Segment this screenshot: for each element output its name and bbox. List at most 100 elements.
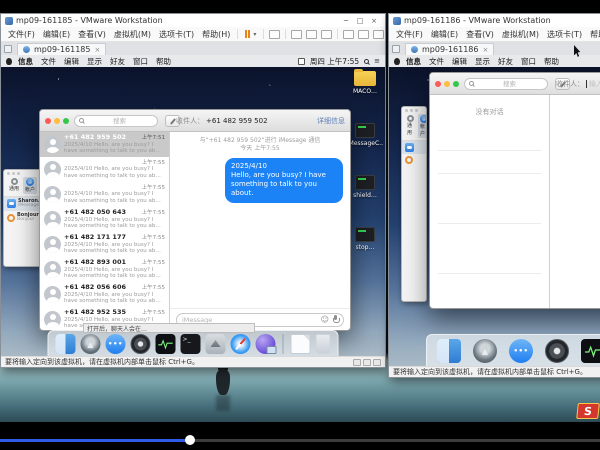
dock-activity-monitor-icon[interactable] (156, 334, 176, 354)
prefs-bonjour-row[interactable] (402, 154, 426, 166)
vm-tab[interactable]: mp09-161186 × (405, 43, 494, 55)
revert-snapshot-button[interactable] (306, 30, 317, 39)
prefs-tab-accounts[interactable]: @ 帐户 (23, 177, 37, 194)
home-tab-icon[interactable] (392, 45, 400, 53)
menu-tabs[interactable]: 选项卡(T) (543, 29, 586, 40)
conversation-row[interactable]: +61 482 050 643上午7:55 2025/4/10 Hello, a… (40, 207, 169, 232)
prefs-tab-general[interactable]: 通用 (7, 177, 21, 194)
macos-menu-buddies[interactable]: 好友 (106, 56, 129, 67)
close-button[interactable]: × (367, 15, 381, 27)
macos-menu-view[interactable]: 显示 (471, 56, 494, 67)
minimize-traffic-light[interactable] (444, 81, 450, 87)
menu-tabs[interactable]: 选项卡(T) (155, 29, 198, 40)
dock-messages-icon[interactable]: ••• (106, 334, 126, 354)
menu-edit[interactable]: 编辑(E) (39, 29, 74, 40)
dock-document-icon[interactable] (291, 334, 311, 354)
show-library-button[interactable] (343, 30, 354, 39)
conversation-row[interactable]: 上午7:55 2025/4/10 Hello, are you busy? I … (40, 157, 169, 182)
macos-menu-file[interactable]: 文件 (37, 56, 60, 67)
conversation-search[interactable] (464, 78, 548, 90)
menu-view[interactable]: 查看(V) (74, 29, 110, 40)
close-traffic-light[interactable] (45, 118, 51, 124)
apple-icon[interactable] (394, 58, 400, 65)
dock-activity-monitor-icon[interactable] (581, 339, 600, 363)
apple-icon[interactable] (6, 58, 12, 65)
dock-system-preferences-icon[interactable] (545, 339, 569, 363)
macos-menu-messages[interactable]: 信息 (14, 56, 37, 67)
macos-menu-edit[interactable]: 编辑 (60, 56, 83, 67)
send-cad-button[interactable] (269, 30, 280, 39)
prefs-zoom-button[interactable] (17, 172, 20, 175)
tab-close-icon[interactable]: × (482, 46, 488, 54)
close-traffic-light[interactable] (435, 81, 441, 87)
spotlight-icon[interactable] (364, 59, 369, 64)
search-input[interactable] (476, 80, 543, 88)
menubar-clock[interactable]: 周四 上午7:55 (310, 56, 359, 67)
details-link[interactable]: 详细信息 (317, 116, 345, 126)
search-input[interactable] (86, 117, 153, 125)
menu-help[interactable]: 帮助(H) (586, 29, 600, 40)
prefs-tab-general[interactable]: 通用 (405, 114, 416, 138)
desktop-icon-folder[interactable]: MACO… (347, 67, 383, 119)
dock-launchpad-icon[interactable]: ▲ (473, 339, 497, 363)
tab-close-icon[interactable]: × (94, 46, 100, 54)
conversation-row[interactable]: 上午7:55 2025/4/10 Hello, are you busy? I … (40, 182, 169, 207)
dock-launchpad-icon[interactable]: ▲ (81, 334, 101, 354)
desktop-icon-script-shield[interactable]: shield… (347, 171, 383, 223)
conversation-row[interactable]: +61 482 959 502上午7:51 2025/4/10 Hello, a… (40, 132, 169, 157)
dock-network-icon[interactable] (256, 334, 276, 354)
microphone-icon[interactable] (333, 315, 338, 324)
prefs-account-row[interactable] (402, 141, 426, 154)
fullscreen-button[interactable] (373, 30, 384, 39)
dock-trash-icon[interactable] (316, 334, 331, 354)
power-pause-button[interactable]: ▾ (245, 30, 256, 38)
show-thumbnail-bar-button[interactable] (358, 30, 369, 39)
input-source-icon[interactable] (298, 58, 305, 65)
emoji-icon[interactable]: ☺ (321, 316, 329, 324)
menu-file[interactable]: 文件(F) (4, 29, 39, 40)
conversation-search[interactable] (74, 115, 158, 127)
dock-safari-icon[interactable] (231, 334, 251, 354)
dock-system-preferences-icon[interactable] (131, 334, 151, 354)
prefs-close-button[interactable] (405, 109, 408, 112)
dock-utility-icon[interactable] (206, 334, 226, 354)
menu-view[interactable]: 查看(V) (462, 29, 498, 40)
conversation-row[interactable]: +61 482 171 177上午7:55 2025/4/10 Hello, a… (40, 232, 169, 257)
menu-help[interactable]: 帮助(H) (198, 29, 234, 40)
macos-menu-messages[interactable]: 信息 (402, 56, 425, 67)
macos-menu-file[interactable]: 文件 (425, 56, 448, 67)
snapshot-button[interactable] (291, 30, 302, 39)
conversation-row[interactable]: +61 482 893 001上午7:55 2025/4/10 Hello, a… (40, 257, 169, 282)
conversation-row[interactable]: +61 482 056 606上午7:55 2025/4/10 Hello, a… (40, 282, 169, 307)
cd-rom-icon[interactable] (363, 359, 371, 366)
dock-finder-icon[interactable] (437, 339, 461, 363)
menu-vm[interactable]: 虚拟机(M) (110, 29, 155, 40)
prefs-zoom-button[interactable] (415, 109, 418, 112)
prefs-minimize-button[interactable] (410, 109, 413, 112)
menu-vm[interactable]: 虚拟机(M) (498, 29, 543, 40)
macos-menu-window[interactable]: 窗口 (129, 56, 152, 67)
prefs-minimize-button[interactable] (12, 172, 15, 175)
minimize-button[interactable]: ─ (339, 15, 353, 27)
manage-snapshots-button[interactable] (321, 30, 332, 39)
home-tab-icon[interactable] (4, 45, 12, 53)
dock-messages-icon[interactable]: ••• (509, 339, 533, 363)
maximize-button[interactable]: □ (353, 15, 367, 27)
minimize-traffic-light[interactable] (54, 118, 60, 124)
recipient-input[interactable] (589, 80, 600, 88)
macos-menu-window[interactable]: 窗口 (517, 56, 540, 67)
video-progress-track[interactable] (0, 439, 600, 442)
menu-edit[interactable]: 编辑(E) (427, 29, 462, 40)
macos-menu-help[interactable]: 帮助 (540, 56, 563, 67)
prefs-tab-accounts[interactable]: @ 帐户 (418, 114, 427, 138)
desktop-icon-script-stop[interactable]: stop… (347, 223, 383, 275)
menu-file[interactable]: 文件(F) (392, 29, 427, 40)
prefs-close-button[interactable] (7, 172, 10, 175)
network-adapter-icon[interactable] (373, 359, 381, 366)
notification-center-icon[interactable]: ≡ (374, 57, 380, 65)
dock-finder-icon[interactable] (56, 334, 76, 354)
vm-tab[interactable]: mp09-161185 × (17, 43, 106, 55)
hard-disk-icon[interactable] (353, 359, 361, 366)
dock-terminal-icon[interactable]: >_ (181, 334, 201, 354)
video-progress-knob[interactable] (185, 435, 195, 445)
